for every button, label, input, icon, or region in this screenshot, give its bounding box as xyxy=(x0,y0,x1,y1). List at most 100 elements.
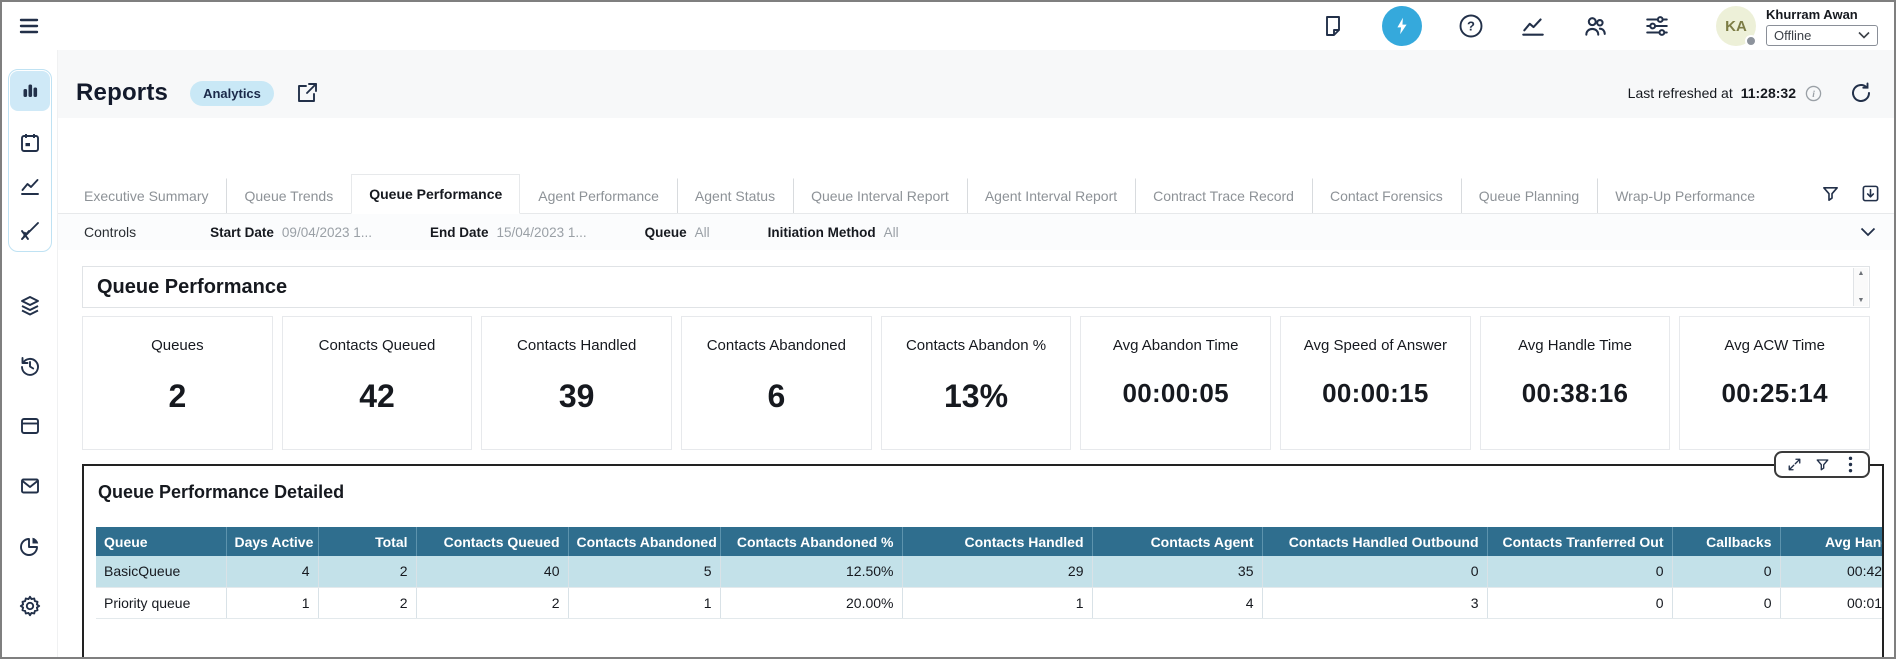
info-icon[interactable]: i xyxy=(1804,84,1822,102)
table-cell: 40 xyxy=(416,556,568,587)
sidebar-item-history[interactable] xyxy=(18,354,42,378)
top-bar: ? KA Khurram Awan Offline xyxy=(2,2,1894,50)
sidebar-item-settings[interactable] xyxy=(18,594,42,618)
controls-bar: Controls Start Date 09/04/2023 1... End Da… xyxy=(58,214,1894,250)
user-block: KA Khurram Awan Offline xyxy=(1716,6,1878,46)
sidebar-item-reports[interactable] xyxy=(10,71,50,111)
detail-wrap: Queue Performance Detailed QueueDays Act… xyxy=(82,464,1884,659)
metric-label: Avg ACW Time xyxy=(1680,337,1869,354)
metric-cards: Queues2Contacts Queued42Contacts Handled… xyxy=(82,316,1870,450)
table-cell: BasicQueue xyxy=(96,556,226,587)
metric-card-contacts-handled: Contacts Handled39 xyxy=(481,316,672,450)
filter-icon[interactable] xyxy=(1820,183,1840,203)
table-cell: 2 xyxy=(416,587,568,618)
hamburger-menu-icon[interactable] xyxy=(16,13,42,39)
metric-value: 00:00:05 xyxy=(1081,378,1270,409)
metric-card-contacts-queued: Contacts Queued42 xyxy=(282,316,473,450)
filter-end-date[interactable]: End Date15/04/2023 1... xyxy=(430,225,587,240)
tab-wrap-up-performance[interactable]: Wrap-Up Performance xyxy=(1597,178,1773,213)
line-chart-icon xyxy=(18,175,42,199)
external-link-icon[interactable] xyxy=(294,80,320,106)
status-select[interactable]: Offline xyxy=(1766,25,1878,46)
status-dot xyxy=(1745,35,1757,47)
detail-title: Queue Performance Detailed xyxy=(84,466,1882,503)
filter-icon[interactable] xyxy=(1814,457,1830,473)
main-content: Reports Analytics Last refreshed at 11:2… xyxy=(58,50,1894,657)
calendar-icon xyxy=(18,131,42,155)
column-header-contacts-abandoned: Contacts Abandoned xyxy=(568,527,720,556)
detail-panel: Queue Performance Detailed QueueDays Act… xyxy=(82,464,1884,659)
column-header-contacts-handled-outbound: Contacts Handled Outbound xyxy=(1262,527,1487,556)
note-icon[interactable] xyxy=(1320,13,1346,39)
column-header-contacts-agent: Contacts Agent xyxy=(1092,527,1262,556)
sidebar-item-schedule[interactable] xyxy=(18,131,42,155)
users-icon[interactable] xyxy=(1582,13,1608,39)
refresh-icon[interactable] xyxy=(1848,80,1874,106)
scroll-up-arrow[interactable]: ▲ xyxy=(1858,270,1865,277)
controls-collapse-chevron[interactable] xyxy=(1860,227,1876,237)
filter-queue[interactable]: QueueAll xyxy=(645,225,710,240)
mail-icon xyxy=(18,474,42,498)
tab-contract-trace-record[interactable]: Contract Trace Record xyxy=(1135,178,1312,213)
tab-agent-performance[interactable]: Agent Performance xyxy=(520,178,677,213)
kebab-icon[interactable] xyxy=(1842,457,1858,473)
column-header-callbacks: Callbacks xyxy=(1672,527,1780,556)
metric-card-contacts-abandon: Contacts Abandon % 13% xyxy=(881,316,1072,450)
sidebar-item-mail[interactable] xyxy=(18,474,42,498)
filter-value: 09/04/2023 1... xyxy=(282,225,372,240)
bar-chart-icon xyxy=(18,79,42,103)
filter-initiation-method[interactable]: Initiation MethodAll xyxy=(768,225,899,240)
sidebar-item-pie[interactable] xyxy=(18,534,42,558)
tab-queue-trends[interactable]: Queue Trends xyxy=(226,178,351,213)
download-icon[interactable] xyxy=(1860,183,1880,203)
controls-label: Controls xyxy=(84,224,136,240)
tab-agent-status[interactable]: Agent Status xyxy=(677,178,793,213)
report-tabs: Executive SummaryQueue TrendsQueue Perfo… xyxy=(66,174,1773,213)
expand-icon[interactable] xyxy=(1786,457,1802,473)
sidebar-item-window[interactable] xyxy=(18,414,42,438)
table-cell: 0 xyxy=(1262,556,1487,587)
tab-agent-interval-report[interactable]: Agent Interval Report xyxy=(967,178,1135,213)
metric-card-avg-abandon-time: Avg Abandon Time00:00:05 xyxy=(1080,316,1271,450)
table-row-priority-queue[interactable]: Priority queue122120.00%1430000:01:19 xyxy=(96,587,1884,618)
flash-icon[interactable] xyxy=(1382,6,1422,46)
filter-start-date[interactable]: Start Date 09/04/2023 1... xyxy=(210,225,372,240)
table-row-basicqueue[interactable]: BasicQueue4240512.50%293500000:42:22 xyxy=(96,556,1884,587)
table-cell: 0 xyxy=(1487,587,1672,618)
column-header-days-active: Days Active xyxy=(226,527,318,556)
section-scrollbar[interactable]: ▲ ▼ xyxy=(1853,268,1868,306)
table-cell: 12.50% xyxy=(720,556,902,587)
refresh-area: Last refreshed at 11:28:32 i xyxy=(1628,80,1874,106)
tab-queue-planning[interactable]: Queue Planning xyxy=(1461,178,1597,213)
tab-queue-performance[interactable]: Queue Performance xyxy=(351,174,520,214)
layers-icon xyxy=(18,294,42,318)
sidebar-item-layers[interactable] xyxy=(18,294,42,318)
chevron-down-icon xyxy=(1858,31,1870,39)
tab-executive-summary[interactable]: Executive Summary xyxy=(66,178,226,213)
table-cell: 4 xyxy=(226,556,318,587)
filter-label: Start Date xyxy=(210,225,274,240)
metric-value: 00:38:16 xyxy=(1481,378,1670,409)
sliders-icon[interactable] xyxy=(1644,13,1670,39)
column-header-queue: Queue xyxy=(96,527,226,556)
tab-queue-interval-report[interactable]: Queue Interval Report xyxy=(793,178,967,213)
metric-label: Contacts Abandoned xyxy=(682,337,871,354)
section-header: Queue Performance ▲ ▼ xyxy=(82,266,1870,308)
pie-chart-icon xyxy=(18,534,42,558)
tab-contact-forensics[interactable]: Contact Forensics xyxy=(1312,178,1461,213)
filter-label: Queue xyxy=(645,225,687,240)
metrics-icon[interactable] xyxy=(1520,13,1546,39)
page-title: Reports xyxy=(76,79,168,107)
scroll-down-arrow[interactable]: ▼ xyxy=(1858,297,1865,304)
sidebar-item-trends[interactable] xyxy=(18,175,42,199)
metric-label: Contacts Abandon % xyxy=(882,337,1071,354)
metric-value: 13% xyxy=(882,378,1071,415)
sidebar-item-customize[interactable] xyxy=(18,219,42,243)
help-icon[interactable]: ? xyxy=(1458,13,1484,39)
metric-label: Queues xyxy=(83,337,272,354)
svg-text:?: ? xyxy=(1467,19,1475,34)
metric-card-avg-handle-time: Avg Handle Time00:38:16 xyxy=(1480,316,1671,450)
svg-text:i: i xyxy=(1812,89,1815,99)
metric-label: Contacts Handled xyxy=(482,337,671,354)
table-cell: Priority queue xyxy=(96,587,226,618)
